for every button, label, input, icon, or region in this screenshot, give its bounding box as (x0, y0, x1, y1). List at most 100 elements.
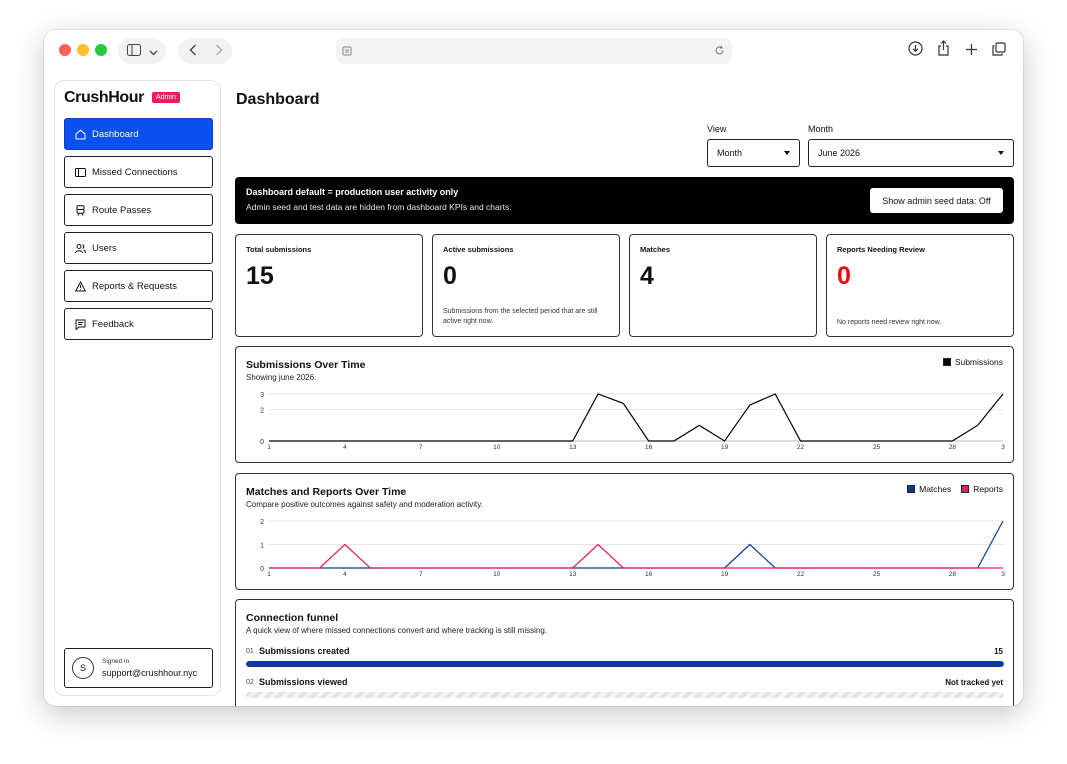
sidebar-toggle-icon (126, 38, 142, 64)
series-line-submissions (269, 393, 1004, 442)
month-select[interactable]: June 2026 (808, 139, 1014, 167)
main-content: Dashboard View Month Month June 2026 Das… (235, 80, 1015, 706)
chart-legend: Matches Reports (907, 484, 1003, 494)
page-icon (340, 38, 354, 64)
sidebar-item-label: Feedback (92, 318, 134, 330)
x-tick-label: 16 (645, 444, 653, 451)
funnel-step-value: Not tracked yet (945, 678, 1003, 687)
x-tick-label: 3 (1001, 444, 1005, 451)
users-icon (75, 243, 86, 254)
funnel-step-value: 15 (994, 647, 1003, 656)
connection-funnel-card: Connection funnel A quick view of where … (235, 599, 1014, 706)
message-icon (75, 319, 86, 330)
x-tick-label: 28 (949, 571, 957, 578)
x-tick-label: 4 (343, 571, 347, 578)
page-title: Dashboard (236, 91, 320, 108)
panel-icon (75, 167, 86, 178)
kpi-value: 0 (443, 262, 457, 290)
sidebar-item-route-passes[interactable]: Route Passes (64, 194, 213, 226)
view-select[interactable]: Month (707, 139, 800, 167)
series-line-reports (269, 543, 1003, 569)
sidebar-item-label: Route Passes (92, 204, 152, 216)
sidebar-item-users[interactable]: Users (64, 232, 213, 264)
seed-data-banner: Dashboard default = production user acti… (235, 177, 1014, 224)
legend-label-submissions: Submissions (954, 357, 1003, 367)
y-tick-label: 2 (260, 519, 264, 526)
sidebar-item-feedback[interactable]: Feedback (64, 308, 213, 340)
signed-in-account[interactable]: S Signed in support@crushhour.nyc (64, 648, 213, 688)
signed-in-label: Signed in (102, 658, 130, 665)
funnel-bar-track-untracked (246, 692, 1004, 698)
signed-in-email: support@crushhour.nyc (102, 668, 198, 678)
legend-label-matches: Matches (919, 484, 952, 494)
train-icon (75, 204, 86, 216)
kpi-value: 0 (837, 262, 851, 290)
x-tick-label: 13 (569, 571, 577, 578)
kpi-active-submissions: Active submissions 0 Submissions from th… (432, 234, 620, 337)
address-bar[interactable] (336, 38, 732, 64)
share-icon[interactable] (934, 38, 952, 64)
sidebar-item-label: Missed Connections (92, 166, 178, 178)
funnel-subtitle: A quick view of where missed connections… (246, 626, 548, 635)
y-tick-label: 0 (260, 566, 264, 573)
legend-swatch-submissions (942, 358, 951, 366)
y-tick-label: 3 (260, 392, 264, 399)
chart-subtitle: Compare positive outcomes against safety… (246, 500, 483, 509)
sidebar-item-missed-connections[interactable]: Missed Connections (64, 156, 213, 188)
tab-overview-icon[interactable] (990, 38, 1008, 64)
kpi-value: 4 (640, 262, 654, 290)
history-nav-group (178, 38, 232, 64)
month-select-value: June 2026 (818, 148, 861, 158)
y-tick-label: 1 (260, 543, 264, 550)
sidebar-item-label: Users (92, 242, 117, 254)
toggle-seed-data-button[interactable]: Show admin seed data: Off (870, 188, 1003, 213)
kpi-label: Reports Needing Review (837, 245, 925, 254)
chevron-down-icon (998, 151, 1004, 155)
funnel-step-label: Submissions created (259, 646, 350, 656)
x-tick-label: 1 (267, 571, 271, 578)
sidebar-item-dashboard[interactable]: Dashboard (64, 118, 213, 150)
brand-logo: CrushHour (64, 89, 144, 106)
maximize-window-button[interactable] (95, 44, 107, 56)
sidebar-item-reports-requests[interactable]: Reports & Requests (64, 270, 213, 302)
sidebar-item-label: Dashboard (92, 128, 139, 140)
home-icon (75, 129, 86, 140)
kpi-label: Matches (640, 245, 671, 254)
close-window-button[interactable] (59, 44, 71, 56)
chart-legend: Submissions (942, 357, 1003, 367)
browser-window: CrushHour Admin Dashboard Missed Connect… (44, 30, 1023, 706)
reload-icon[interactable] (712, 38, 726, 64)
x-tick-label: 19 (721, 444, 729, 451)
kpi-value: 15 (246, 262, 274, 290)
new-tab-icon[interactable] (962, 38, 980, 64)
legend-swatch-reports (961, 485, 970, 493)
matches-reports-chart-card: 0 1 2 1 4 7 10 13 16 19 22 25 28 3 Matches and Report… (235, 473, 1014, 590)
minimize-window-button[interactable] (77, 44, 89, 56)
funnel-bar-fill (246, 661, 1004, 667)
x-tick-label: 25 (873, 444, 881, 451)
warning-icon (75, 280, 86, 292)
legend-label-reports: Reports (973, 484, 1003, 494)
x-tick-label: 16 (645, 571, 653, 578)
forward-icon[interactable] (212, 38, 226, 64)
download-icon[interactable] (906, 38, 924, 64)
funnel-step-number: 01 (246, 648, 254, 655)
chevron-down-icon (784, 151, 790, 155)
chart-subtitle: Showing june 2026. (246, 373, 317, 382)
funnel-bar-track (246, 661, 1004, 667)
kpi-note: Submissions from the selected period tha… (443, 308, 598, 325)
back-icon[interactable] (186, 38, 200, 64)
funnel-title: Connection funnel (246, 612, 339, 624)
x-tick-label: 28 (949, 444, 957, 451)
admin-badge: Admin (152, 92, 180, 103)
kpi-note: No reports need review right now. (837, 319, 942, 326)
x-tick-label: 10 (493, 571, 501, 578)
x-tick-label: 4 (343, 444, 347, 451)
chart-title: Matches and Reports Over Time (246, 486, 407, 498)
sidebar-toggle-group[interactable] (118, 38, 166, 64)
x-tick-label: 7 (419, 444, 423, 451)
kpi-label: Total submissions (246, 245, 312, 254)
x-tick-label: 25 (873, 571, 881, 578)
x-tick-label: 1 (267, 444, 271, 451)
x-tick-label: 22 (797, 444, 805, 451)
